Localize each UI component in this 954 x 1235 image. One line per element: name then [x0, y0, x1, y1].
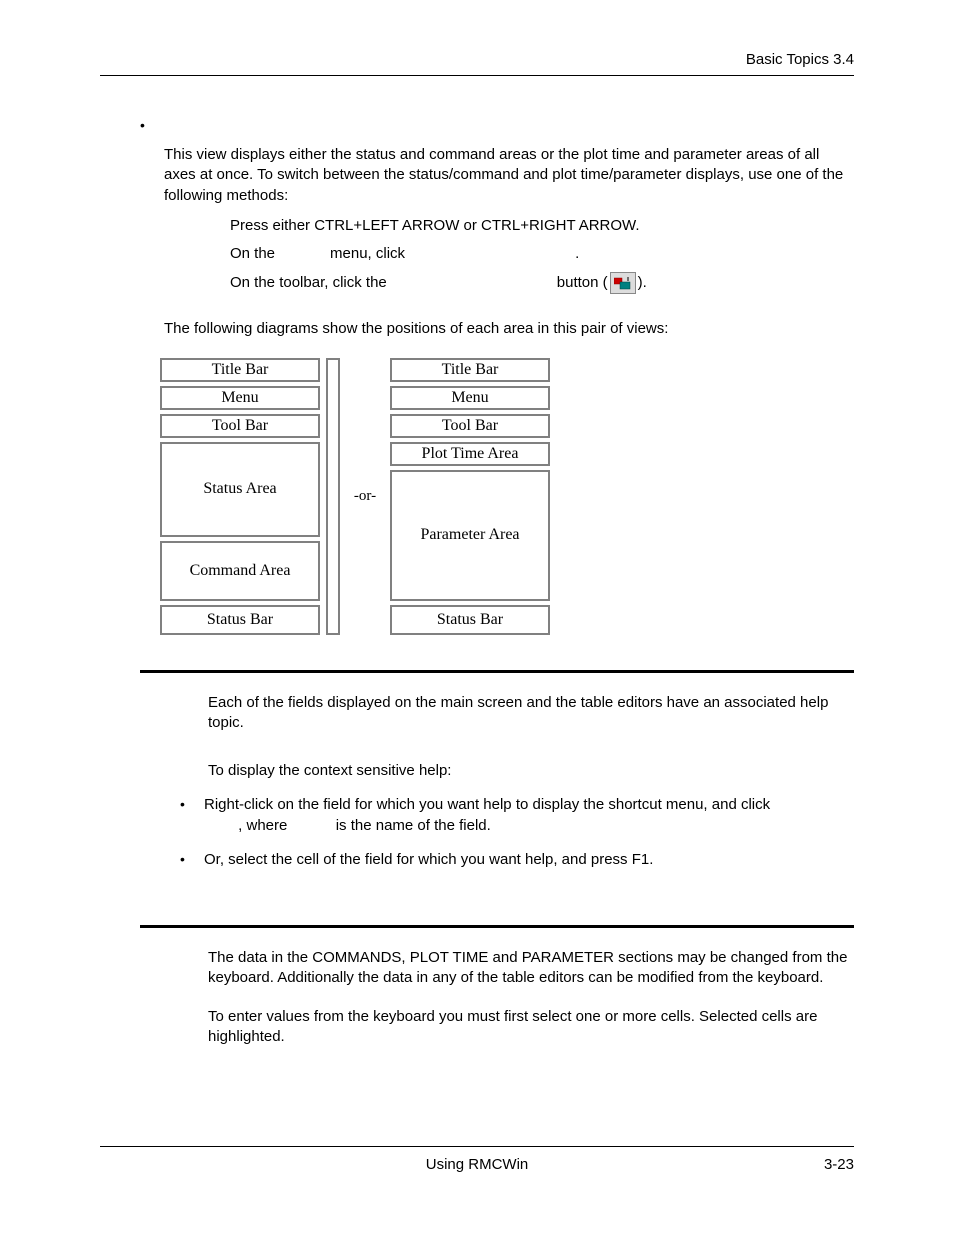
text: is the name of the field. [336, 817, 491, 834]
bullet-marker: • [180, 795, 204, 836]
instr-text: On the toolbar, click the [230, 273, 387, 293]
instr-text: On the [230, 244, 275, 264]
footer-left [100, 1155, 180, 1175]
diagram-box-tool: Tool Bar [390, 414, 550, 438]
bullet-item: • Right-click on the field for which you… [180, 795, 854, 836]
page-footer: Using RMCWin 3-23 [100, 1146, 854, 1175]
diagram-or-separator: -or- [340, 358, 390, 635]
diagram-box-statusbar: Status Bar [160, 605, 320, 635]
diagram-box-title: Title Bar [390, 358, 550, 382]
bullet-item: • Or, select the cell of the field for w… [180, 850, 854, 870]
or-text: -or- [354, 486, 376, 506]
paragraph: To enter values from the keyboard you mu… [208, 1007, 854, 1048]
section-divider [140, 670, 854, 673]
diagram-right-column: Title Bar Menu Tool Bar Plot Time Area P… [390, 358, 550, 635]
section-2: Each of the fields displayed on the main… [208, 693, 854, 782]
diagram-box-menu: Menu [160, 386, 320, 410]
diagram-box-command-area: Command Area [160, 541, 320, 601]
diagram-box-title: Title Bar [160, 358, 320, 382]
sub-instruction-1: Press either CTRL+LEFT ARROW or CTRL+RIG… [230, 216, 854, 236]
instr-text: menu, click [330, 244, 405, 264]
bullet-text: Or, select the cell of the field for whi… [204, 850, 854, 870]
bullet-marker: • [180, 850, 204, 870]
header-right-text: Basic Topics 3.4 [746, 51, 854, 68]
toolbar-toggle-icon [610, 272, 636, 294]
instr-text: button ( [557, 273, 608, 293]
footer-page-number: 3-23 [774, 1155, 854, 1175]
paragraph: The data in the COMMANDS, PLOT TIME and … [208, 948, 854, 989]
sub-instruction-2: On the menu, click . [230, 244, 854, 264]
text: Right-click on the field for which you w… [204, 796, 770, 813]
page-header: Basic Topics 3.4 [100, 50, 854, 76]
bullet-marker: • [140, 116, 164, 135]
section-divider [140, 925, 854, 928]
diagram-box-tool: Tool Bar [160, 414, 320, 438]
text: , where [238, 817, 291, 834]
paragraph: Each of the fields displayed on the main… [208, 693, 854, 734]
page-container: Basic Topics 3.4 • This view displays ei… [0, 0, 954, 1235]
paragraph: To display the context sensitive help: [208, 761, 854, 781]
diagram-box-parameter-area: Parameter Area [390, 470, 550, 601]
layout-diagram: Title Bar Menu Tool Bar Status Area Comm… [160, 358, 854, 635]
footer-center: Using RMCWin [180, 1155, 774, 1175]
main-content: • This view displays either the status a… [100, 116, 854, 1047]
bullet-item: • [140, 116, 854, 135]
instr-text: . [575, 244, 579, 264]
paragraph: The following diagrams show the position… [164, 319, 854, 339]
sub-instruction-3: On the toolbar, click the button ( ). [230, 272, 854, 294]
diagram-box-menu: Menu [390, 386, 550, 410]
bullet-text: Right-click on the field for which you w… [204, 795, 854, 836]
instr-text: Press either CTRL+LEFT ARROW or CTRL+RIG… [230, 216, 640, 236]
diagram-box-statusbar: Status Bar [390, 605, 550, 635]
section-3: The data in the COMMANDS, PLOT TIME and … [208, 948, 854, 1047]
diagram-left-column: Title Bar Menu Tool Bar Status Area Comm… [160, 358, 320, 635]
instr-text: ). [638, 273, 647, 293]
paragraph: This view displays either the status and… [164, 145, 854, 206]
diagram-side-border [326, 358, 340, 635]
diagram-box-plottime: Plot Time Area [390, 442, 550, 466]
bullet-text-empty [164, 116, 854, 135]
diagram-box-status-area: Status Area [160, 442, 320, 537]
